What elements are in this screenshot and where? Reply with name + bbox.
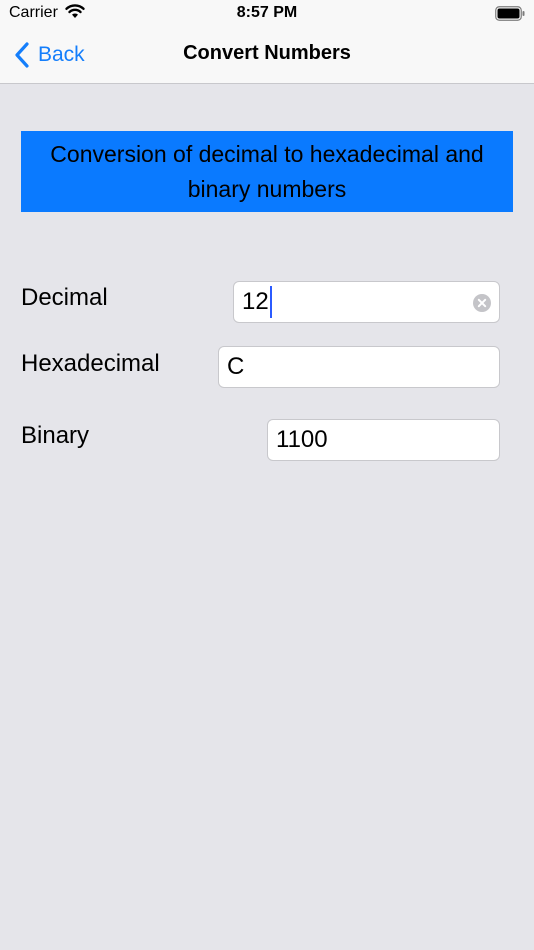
text-cursor — [269, 286, 272, 318]
status-time: 8:57 PM — [236, 4, 298, 21]
description-banner: Conversion of decimal to hexadecimal and… — [21, 131, 513, 212]
status-bar: Carrier 8:57 PM — [0, 0, 534, 30]
binary-value: 1100 — [276, 426, 328, 453]
decimal-input[interactable]: 12 — [233, 281, 500, 323]
page-title: Convert Numbers — [183, 42, 351, 64]
hexadecimal-label: Hexadecimal — [21, 350, 160, 377]
clear-icon[interactable] — [473, 294, 491, 312]
navigation-bar: Back Convert Numbers — [0, 30, 534, 84]
binary-field[interactable]: 1100 — [267, 419, 500, 461]
hexadecimal-value: C — [227, 353, 245, 380]
hexadecimal-field[interactable]: C — [218, 346, 500, 388]
decimal-label: Decimal — [21, 284, 108, 311]
binary-label: Binary — [21, 422, 90, 449]
battery-icon — [495, 6, 525, 21]
decimal-value: 12 — [242, 288, 269, 315]
